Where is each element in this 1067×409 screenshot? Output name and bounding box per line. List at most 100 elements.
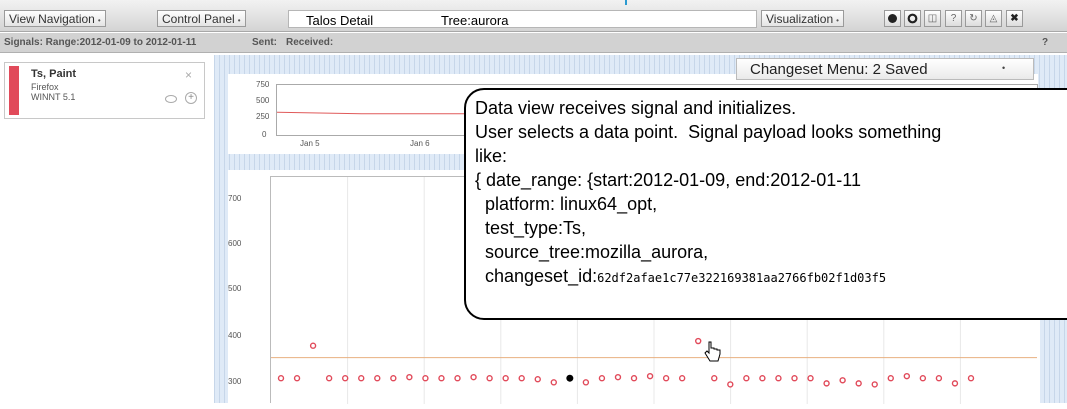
help-icon: ? [950, 13, 957, 24]
data-point [293, 375, 301, 382]
refresh-icon: ↻ [969, 13, 978, 24]
callout-line: like: [475, 146, 508, 166]
link-icon: ◫ [927, 13, 938, 24]
unlink-button[interactable]: ◬ [985, 10, 1002, 27]
signals-help-button[interactable]: ? [1042, 37, 1048, 48]
close-icon[interactable]: × [185, 68, 192, 82]
signals-bar: Signals: Range:2012-01-09 to 2012-01-11 … [0, 33, 1067, 53]
series-color-swatch [9, 66, 19, 115]
record-outline-button[interactable] [904, 10, 921, 27]
control-panel-label: Control Panel [162, 12, 235, 26]
data-point [309, 342, 317, 349]
data-point [855, 380, 862, 387]
detail-ytick: 500 [228, 284, 242, 293]
overview-xtick: Jan 6 [410, 139, 430, 148]
data-point [935, 375, 943, 382]
callout-line: Data view receives signal and initialize… [475, 98, 797, 118]
overview-ytick: 250 [256, 112, 270, 121]
callout-line: test_type:Ts, [475, 218, 587, 238]
data-point [582, 379, 590, 386]
close-button[interactable]: ✖ [1006, 10, 1023, 27]
close-icon: ✖ [1010, 13, 1019, 24]
signals-range: Signals: Range:2012-01-09 to 2012-01-11 [4, 37, 197, 48]
annotation-callout: Data view receives signal and initialize… [464, 88, 1067, 320]
changeset-menu-label: Changeset Menu: 2 Saved [750, 61, 928, 78]
data-point [711, 375, 718, 382]
callout-line: changeset_id:62df2afae1c77e322169381aa27… [475, 264, 1067, 290]
data-point [759, 375, 766, 382]
help-button[interactable]: ? [945, 10, 962, 27]
selected-data-point [566, 374, 574, 382]
data-point [646, 372, 654, 380]
eye-icon[interactable] [165, 95, 177, 103]
view-navigation-label: View Navigation [9, 12, 95, 26]
visualization-label: Visualization [766, 12, 834, 26]
data-point [325, 375, 333, 382]
data-point [775, 375, 782, 382]
data-point [839, 377, 846, 384]
tree-label: Tree:aurora [441, 13, 509, 28]
data-point [518, 375, 525, 382]
data-point [374, 375, 381, 382]
control-panel-dropdown[interactable]: Control Panel • [157, 10, 246, 27]
data-point [422, 375, 429, 382]
data-point [871, 381, 878, 388]
toolbar: View Navigation • Control Panel • Talos De… [0, 0, 1067, 32]
data-point [598, 375, 606, 382]
data-point [695, 337, 702, 345]
data-point [454, 375, 461, 382]
data-point [486, 375, 493, 382]
data-point [341, 375, 349, 382]
data-point [678, 375, 686, 382]
data-point [438, 375, 445, 382]
data-point [662, 375, 670, 382]
chevron-down-icon: • [1002, 63, 1006, 73]
view-navigation-dropdown[interactable]: View Navigation • [4, 10, 106, 27]
data-point [550, 379, 557, 386]
series-card[interactable]: Ts, Paint Firefox WINNT 5.1 × + [4, 62, 205, 119]
detail-ytick: 700 [228, 194, 242, 203]
page-title: Talos Detail [306, 13, 374, 28]
data-point [743, 375, 750, 382]
overview-ytick: 500 [256, 96, 270, 105]
series-platform: WINNT 5.1 [31, 92, 76, 102]
data-point [807, 375, 814, 382]
visualization-dropdown[interactable]: Visualization • [761, 10, 844, 27]
detail-ytick: 400 [228, 331, 242, 340]
record-button[interactable] [884, 10, 901, 27]
hand-cursor-icon [704, 341, 721, 362]
data-point [358, 375, 365, 382]
chevron-down-icon: • [237, 16, 241, 25]
data-point [967, 375, 975, 382]
data-point [903, 372, 911, 380]
detail-ytick: 600 [228, 239, 242, 248]
changeset-id-label: changeset_id: [475, 266, 598, 286]
chevron-down-icon: • [836, 16, 839, 25]
data-point [951, 380, 959, 387]
signals-received: Received: [286, 37, 334, 48]
refresh-button[interactable]: ↻ [965, 10, 982, 27]
data-point [277, 375, 285, 382]
callout-line: platform: linux64_opt, [475, 194, 658, 214]
series-panel: Ts, Paint Firefox WINNT 5.1 × + [0, 55, 213, 403]
callout-line: { date_range: {start:2012-01-09, end:201… [475, 170, 861, 190]
series-title: Ts, Paint [31, 68, 77, 80]
overview-ytick: 0 [262, 130, 267, 139]
detail-ytick: 300 [228, 377, 242, 386]
link-button[interactable]: ◫ [924, 10, 941, 27]
data-point [470, 373, 477, 381]
title-field: Talos Detail Tree:aurora [288, 10, 757, 28]
data-point [791, 375, 798, 382]
series-browser: Firefox [31, 82, 59, 92]
changeset-menu[interactable]: Changeset Menu: 2 Saved • [736, 58, 1034, 80]
changeset-id-value: 62df2afae1c77e322169381aa2766fb02f1d03f5 [597, 271, 887, 285]
data-point [823, 380, 830, 387]
data-point [502, 375, 509, 382]
chevron-down-icon: • [97, 16, 101, 25]
signals-sent: Sent: [252, 37, 277, 48]
callout-line: source_tree:mozilla_aurora, [475, 242, 709, 262]
record-icon [888, 14, 897, 23]
data-point [630, 375, 638, 382]
overview-ytick: 750 [256, 80, 270, 89]
plus-icon[interactable]: + [185, 92, 197, 104]
